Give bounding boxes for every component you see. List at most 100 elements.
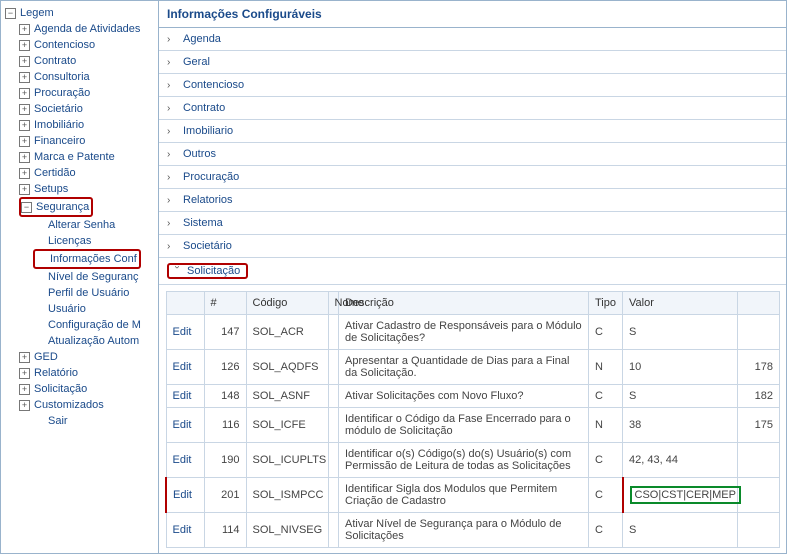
cell-desc: Identificar o Código da Fase Encerrado p… <box>339 408 589 443</box>
cell-edit: Edit <box>166 385 204 408</box>
tree-item-nivel-seguranca[interactable]: Nível de Seguranç <box>5 269 158 285</box>
tree-item-solicitacao[interactable]: +Solicitação <box>5 381 158 397</box>
group-procuracao[interactable]: ›Procuração <box>159 166 786 189</box>
group-contencioso[interactable]: ›Contencioso <box>159 74 786 97</box>
highlighted-value: CSO|CST|CER|MEP <box>630 486 741 504</box>
edit-link[interactable]: Edit <box>173 390 192 402</box>
edit-link[interactable]: Edit <box>173 524 192 536</box>
cell-valor: S <box>623 385 738 408</box>
cell-tipo: C <box>589 478 623 513</box>
tree-item-procuracao[interactable]: +Procuração <box>5 85 158 101</box>
plus-icon: + <box>19 352 30 363</box>
cell-desc: Identificar o(s) Código(s) do(s) Usuário… <box>339 443 589 478</box>
edit-link[interactable]: Edit <box>173 326 192 338</box>
plus-icon: + <box>19 88 30 99</box>
table-header-row: # Código Nome Descrição Tipo Valor <box>166 292 780 315</box>
cell-code: SOL_ISMPCC <box>246 478 328 513</box>
cell-code: SOL_ICUPLTS <box>246 443 328 478</box>
cell-code: SOL_ASNF <box>246 385 328 408</box>
tree-item-customizados[interactable]: +Customizados <box>5 397 158 413</box>
edit-link[interactable]: Edit <box>173 489 192 501</box>
tree-item-seguranca[interactable]: − Segurança <box>21 199 89 215</box>
group-societario[interactable]: ›Societário <box>159 235 786 258</box>
group-sistema[interactable]: ›Sistema <box>159 212 786 235</box>
cell-tipo: C <box>589 513 623 548</box>
cell-desc: Ativar Solicitações com Novo Fluxo? <box>339 385 589 408</box>
plus-icon: + <box>19 104 30 115</box>
tree-item-contrato[interactable]: +Contrato <box>5 53 158 69</box>
plus-icon: + <box>19 168 30 179</box>
table-row: Edit114SOL_NIVSEGAtivar Nível de Seguran… <box>166 513 780 548</box>
cell-tipo: C <box>589 443 623 478</box>
tree-item-usuario[interactable]: Usuário <box>5 301 158 317</box>
cell-tipo: C <box>589 315 623 350</box>
cell-id: 201 <box>204 478 246 513</box>
plus-icon: + <box>19 40 30 51</box>
cell-code: SOL_ICFE <box>246 408 328 443</box>
tree-item-licencas[interactable]: Licenças <box>5 233 158 249</box>
edit-link[interactable]: Edit <box>173 419 192 431</box>
cell-id: 116 <box>204 408 246 443</box>
tree-item-perfil-usuario[interactable]: Perfil de Usuário <box>5 285 158 301</box>
tree-item-certidao[interactable]: +Certidão <box>5 165 158 181</box>
plus-icon: + <box>19 56 30 67</box>
cell-extra <box>738 478 780 513</box>
cell-extra <box>738 443 780 478</box>
cell-name <box>328 315 339 350</box>
cell-tipo: C <box>589 385 623 408</box>
cell-name <box>328 408 339 443</box>
group-imobiliario[interactable]: ›Imobiliario <box>159 120 786 143</box>
th-name: Nome <box>328 292 339 315</box>
cell-name <box>328 513 339 548</box>
tree-item-marca-patente[interactable]: +Marca e Patente <box>5 149 158 165</box>
group-outros[interactable]: ›Outros <box>159 143 786 166</box>
group-solicitacao[interactable]: › Solicitação <box>159 258 786 285</box>
tree-item-contencioso[interactable]: +Contencioso <box>5 37 158 53</box>
cell-valor: S <box>623 513 738 548</box>
tree-item-agenda[interactable]: +Agenda de Atividades <box>5 21 158 37</box>
plus-icon: + <box>19 368 30 379</box>
group-list: ›Agenda ›Geral ›Contencioso ›Contrato ›I… <box>159 28 786 285</box>
group-geral[interactable]: ›Geral <box>159 51 786 74</box>
cell-edit: Edit <box>166 513 204 548</box>
th-tipo: Tipo <box>589 292 623 315</box>
cell-extra: 178 <box>738 350 780 385</box>
edit-link[interactable]: Edit <box>173 454 192 466</box>
cell-tipo: N <box>589 408 623 443</box>
cell-valor: 38 <box>623 408 738 443</box>
chevron-right-icon: › <box>167 126 179 137</box>
cell-valor: 42, 43, 44 <box>623 443 738 478</box>
cell-id: 147 <box>204 315 246 350</box>
tree-item-consultoria[interactable]: +Consultoria <box>5 69 158 85</box>
tree-item-atualizacao-automatica[interactable]: Atualização Autom <box>5 333 158 349</box>
chevron-down-icon: › <box>172 265 183 277</box>
plus-icon: + <box>19 400 30 411</box>
tree-item-relatorio[interactable]: +Relatório <box>5 365 158 381</box>
group-relatorios[interactable]: ›Relatorios <box>159 189 786 212</box>
table-row: Edit190SOL_ICUPLTSIdentificar o(s) Códig… <box>166 443 780 478</box>
table-row: Edit126SOL_AQDFSApresentar a Quantidade … <box>166 350 780 385</box>
plus-icon: + <box>19 72 30 83</box>
tree-item-ged[interactable]: +GED <box>5 349 158 365</box>
chevron-right-icon: › <box>167 172 179 183</box>
tree-item-config-modulo[interactable]: Configuração de M <box>5 317 158 333</box>
th-code: Código <box>246 292 328 315</box>
tree-item-societario[interactable]: +Societário <box>5 101 158 117</box>
tree-item-alterar-senha[interactable]: Alterar Senha <box>5 217 158 233</box>
cell-desc: Ativar Cadastro de Responsáveis para o M… <box>339 315 589 350</box>
tree-item-financeiro[interactable]: +Financeiro <box>5 133 158 149</box>
group-agenda[interactable]: ›Agenda <box>159 28 786 51</box>
th-desc: Descrição <box>339 292 589 315</box>
plus-icon: + <box>19 120 30 131</box>
tree-item-sair[interactable]: Sair <box>5 413 158 429</box>
tree-root-legem[interactable]: − Legem <box>5 5 158 21</box>
group-contrato[interactable]: ›Contrato <box>159 97 786 120</box>
tree-item-imobiliario[interactable]: +Imobiliário <box>5 117 158 133</box>
tree-item-informacoes-configuraveis[interactable]: Informações Conf <box>35 251 137 267</box>
cell-code: SOL_AQDFS <box>246 350 328 385</box>
chevron-right-icon: › <box>167 218 179 229</box>
sidebar: − Legem +Agenda de Atividades +Contencio… <box>1 1 159 553</box>
tree-item-setups[interactable]: +Setups <box>5 181 158 197</box>
cell-valor: S <box>623 315 738 350</box>
edit-link[interactable]: Edit <box>173 361 192 373</box>
